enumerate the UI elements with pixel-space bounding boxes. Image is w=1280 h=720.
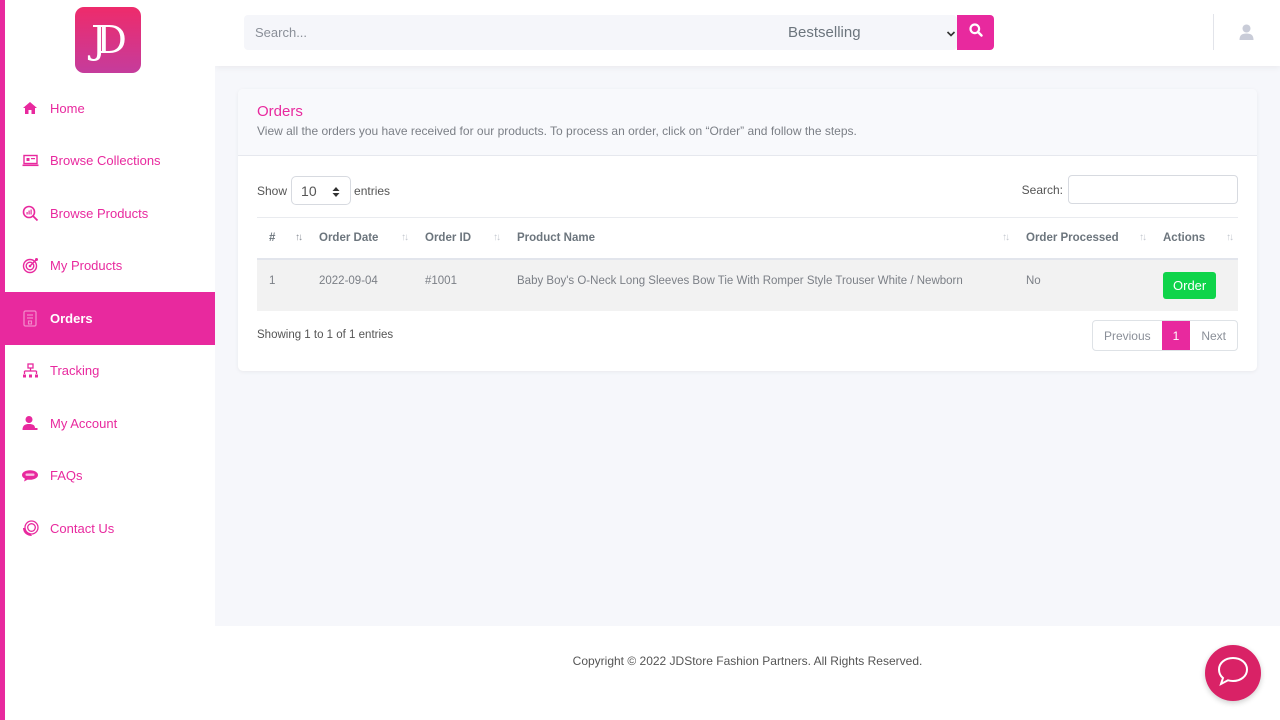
entries-label: entries [354, 183, 391, 198]
page-length-value: 10 [301, 182, 317, 199]
column-header-actions[interactable]: Actions ↑↓ [1151, 217, 1238, 260]
brand-logo[interactable]: JD [75, 7, 141, 73]
cell-number: 1 [257, 258, 307, 311]
cell-product-name: Baby Boy's O-Neck Long Sleeves Bow Tie W… [505, 258, 1014, 311]
column-header-product-name[interactable]: Product Name ↑↓ [505, 217, 1014, 260]
cell-order-date: 2022-09-04 [307, 258, 413, 311]
chat-bubble-icon [1216, 655, 1250, 692]
orders-table: # ↑↓ Order Date ↑↓ Order ID ↑↓ Product Name… [257, 217, 1238, 311]
sitemap-icon [21, 362, 39, 380]
sort-icon: ↑↓ [1002, 232, 1010, 243]
sidebar-item-label: Home [50, 100, 85, 116]
sidebar-item-faqs[interactable]: FAQs [5, 450, 215, 503]
cell-actions: Order [1151, 258, 1238, 311]
support-icon [21, 519, 39, 537]
card-header: Orders View all the orders you have rece… [238, 89, 1257, 156]
sort-icon: ↑↓ [1139, 232, 1147, 243]
global-search-bar: Bestselling [244, 15, 957, 50]
main-content: Orders View all the orders you have rece… [215, 66, 1280, 626]
search-chart-icon [21, 204, 39, 222]
cell-order-id: #1001 [413, 258, 505, 311]
document-icon [21, 309, 39, 327]
table-search-control: Search: [1022, 175, 1238, 204]
page-length-select[interactable]: 10 [291, 176, 352, 205]
sidebar-item-my-products[interactable]: My Products [5, 240, 215, 293]
orders-card: Orders View all the orders you have rece… [238, 89, 1257, 371]
sort-icon: ↑↓ [295, 232, 303, 243]
search-icon [968, 23, 983, 42]
column-header-order-date[interactable]: Order Date ↑↓ [307, 217, 413, 260]
sidebar-item-label: My Account [50, 415, 118, 431]
laptop-icon [21, 152, 39, 170]
table-header-row: # ↑↓ Order Date ↑↓ Order ID ↑↓ Product Name… [257, 217, 1238, 260]
sort-icon: ↑↓ [1226, 232, 1234, 243]
sidebar-item-label: Browse Products [50, 205, 149, 221]
sidebar-item-browse-products[interactable]: Browse Products [5, 187, 215, 240]
sidebar-item-tracking[interactable]: Tracking [5, 345, 215, 398]
user-menu-icon[interactable] [1239, 24, 1254, 45]
sidebar: JD Home Browse Collections Browse Produc… [0, 0, 215, 720]
sidebar-item-browse-collections[interactable]: Browse Collections [5, 135, 215, 188]
table-controls: Show 10 entries Search: [238, 156, 1257, 217]
sidebar-item-home[interactable]: Home [5, 82, 215, 135]
column-header-number[interactable]: # ↑↓ [257, 217, 307, 260]
show-label: Show [257, 183, 288, 198]
sidebar-item-label: Orders [50, 310, 93, 326]
chat-bubbles-icon [21, 467, 39, 485]
header-divider [1213, 14, 1214, 50]
footer: Copyright © 2022 JDStore Fashion Partner… [215, 626, 1280, 720]
chat-widget-button[interactable] [1205, 645, 1261, 701]
target-icon [21, 257, 39, 275]
global-search-input[interactable] [244, 25, 764, 40]
copyright-text: Copyright © 2022 JDStore Fashion Partner… [572, 654, 923, 668]
table-row: 1 2022-09-04 #1001 Baby Boy's O-Neck Lon… [257, 258, 1238, 311]
table-search-label: Search: [1021, 182, 1063, 197]
sort-icon: ↑↓ [493, 232, 501, 243]
search-button[interactable] [957, 15, 994, 50]
next-page-button[interactable]: Next [1190, 321, 1237, 350]
page-length-control: Show 10 entries [257, 176, 390, 205]
column-header-order-processed[interactable]: Order Processed ↑↓ [1014, 217, 1151, 260]
page-button-current[interactable]: 1 [1161, 321, 1191, 350]
sidebar-item-label: Browse Collections [50, 153, 161, 169]
page-subtitle: View all the orders you have received fo… [257, 124, 857, 138]
order-button[interactable]: Order [1163, 271, 1217, 299]
table-search-input[interactable] [1068, 175, 1238, 204]
cell-order-processed: No [1014, 258, 1151, 311]
sidebar-item-label: Contact Us [50, 520, 115, 536]
sidebar-item-my-account[interactable]: My Account [5, 397, 215, 450]
sidebar-item-label: FAQs [50, 468, 83, 484]
chevron-down-icon [946, 26, 956, 43]
previous-page-button[interactable]: Previous [1093, 321, 1162, 350]
top-header: Bestselling [215, 0, 1280, 66]
app: JD Home Browse Collections Browse Produc… [0, 0, 1280, 720]
sort-select-value: Bestselling [788, 24, 861, 41]
sidebar-item-label: Tracking [50, 363, 100, 379]
column-header-order-id[interactable]: Order ID ↑↓ [413, 217, 505, 260]
sort-select[interactable]: Bestselling [788, 15, 956, 50]
sidebar-item-orders[interactable]: Orders [5, 292, 215, 345]
page-title: Orders [257, 103, 303, 120]
table-info: Showing 1 to 1 of 1 entries [257, 329, 394, 341]
sort-arrows-icon [332, 185, 340, 201]
sidebar-item-label: My Products [50, 258, 123, 274]
sort-icon: ↑↓ [401, 232, 409, 243]
home-icon [21, 99, 39, 117]
sidebar-item-contact-us[interactable]: Contact Us [5, 502, 215, 555]
sidebar-nav: Home Browse Collections Browse Products … [5, 82, 215, 555]
pagination: Previous 1 Next [1091, 320, 1238, 351]
user-icon [21, 414, 39, 432]
